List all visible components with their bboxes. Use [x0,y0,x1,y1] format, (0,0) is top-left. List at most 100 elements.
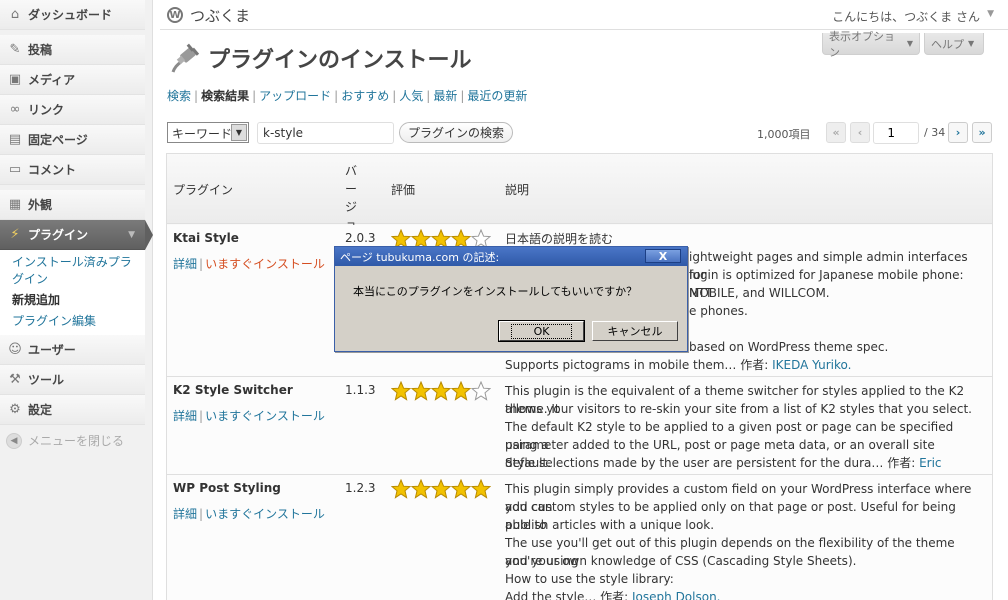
details-link[interactable]: 詳細 [173,507,197,521]
plugin-name: K2 Style Switcher [173,383,293,397]
wordpress-logo-icon: W [167,7,183,23]
table-row: K2 Style Switcher 詳細 | いますぐインストール 1.1.3 This … [167,377,992,488]
star-filled-icon [431,479,451,499]
sidebar-item-posts[interactable]: ✎ 投稿 [0,35,145,65]
star-filled-icon [451,479,471,499]
first-page-button[interactable]: « [826,122,846,143]
submenu-item-installed[interactable]: インストール済みプラグイン [0,252,145,290]
sidebar-item-appearance[interactable]: ▦ 外観 [0,190,145,220]
chevron-down-icon: ▼ [968,39,975,48]
chevron-down-icon[interactable]: ▼ [987,9,994,19]
sidebar-item-label: リンク [28,103,65,117]
plugin-description: This plugin simply provides a custom fie… [505,480,983,600]
author-link[interactable]: Joseph Dolson. [632,590,720,600]
last-page-button[interactable]: » [972,122,992,143]
description-line: This plugin simply provides a custom fie… [505,482,972,514]
sidebar-item-media[interactable]: ▣ メディア [0,65,145,95]
next-page-button[interactable]: › [948,122,968,143]
plugin-actions: 詳細 | いますぐインストール [173,407,325,424]
subnav-search-results[interactable]: 検索結果 [201,89,249,103]
sidebar-item-label: プラグイン [28,228,89,242]
plugin-plug-icon [171,43,200,73]
star-rating [391,479,491,499]
collapse-menu-button[interactable]: ◀ メニューを閉じる [6,432,124,449]
search-plugins-button[interactable]: プラグインの検索 [399,122,514,143]
submenu-item-editor[interactable]: プラグイン編集 [0,311,145,332]
plugin-version: 1.1.3 [345,383,376,397]
submenu-item-add-new[interactable]: 新規追加 [0,290,145,311]
sidebar-item-label: 固定ページ [28,133,88,147]
sidebar-item-plugins[interactable]: ⚡ プラグイン ▼ [0,220,153,250]
subnav-newest[interactable]: 最新 [433,89,457,103]
sidebar-item-label: コメント [28,163,77,177]
sidebar-item-users[interactable]: ☺ ユーザー [0,335,145,365]
admin-sidebar: ⌂ ダッシュボード ✎ 投稿 ▣ メディア ∞ リンク ▤ 固定ページ ▭ コメ… [0,0,153,600]
user-greeting[interactable]: こんにちは、つぶくま さん [832,8,980,25]
confirm-dialog: ページ tubukuma.com の記述: X 本当にこのプラグインをインストー… [334,246,688,352]
site-name[interactable]: つぶくま [190,5,250,26]
sidebar-item-label: ダッシュボード [28,8,113,22]
install-now-link[interactable]: いますぐインストール [205,409,325,423]
search-type-select[interactable]: キーワード ▼ [167,122,249,143]
sidebar-item-links[interactable]: ∞ リンク [0,95,145,125]
subnav-featured[interactable]: おすすめ [341,89,389,103]
description-text: Supports pictograms in mobile them… 作者: [505,358,773,372]
description-line: The use you'll get out of this plugin de… [505,536,955,568]
star-empty-icon [471,381,491,401]
description-line: and your own knowledge of CSS (Cascading… [505,554,857,568]
comment-icon: ▭ [8,162,22,177]
appearance-icon: ▦ [8,197,22,212]
sidebar-item-label: ツール [28,373,65,387]
description-text: Style selections made by the user are pe… [505,456,920,470]
star-filled-icon [391,381,411,401]
page-icon: ▤ [8,132,22,147]
description-last-line: Add the style… 作者: Joseph Dolson. [505,588,983,600]
install-now-link[interactable]: いますぐインストール [205,257,325,271]
details-link[interactable]: 詳細 [173,257,197,271]
column-header-description: 説明 [505,183,530,197]
help-tab[interactable]: ヘルプ ▼ [924,33,984,55]
subnav-popular[interactable]: 人気 [399,89,423,103]
star-filled-icon [411,479,431,499]
cancel-button[interactable]: キャンセル [592,321,678,341]
settings-icon: ⚙ [9,402,21,417]
subnav-recently-updated[interactable]: 最近の更新 [467,89,527,103]
sidebar-item-settings[interactable]: ⚙ 設定 [0,395,145,425]
sidebar-item-label: 投稿 [28,43,53,57]
prev-page-button[interactable]: ‹ [850,122,870,143]
subnav-upload[interactable]: アップロード [259,89,331,103]
link-icon: ∞ [9,102,21,117]
ok-label: OK [510,323,573,339]
chevron-down-icon: ▼ [906,39,913,48]
ok-button[interactable]: OK [498,320,585,342]
sidebar-item-label: メディア [28,73,76,87]
screen-options-tab[interactable]: 表示オプション ▼ [822,30,920,59]
sidebar-item-label: ユーザー [28,343,76,357]
chevron-down-icon[interactable]: ▼ [128,230,135,240]
sidebar-item-dashboard[interactable]: ⌂ ダッシュボード [0,0,145,30]
star-filled-icon [471,479,491,499]
author-link[interactable]: IKEDA Yuriko. [772,358,851,372]
details-link[interactable]: 詳細 [173,409,197,423]
plugin-version: 2.0.3 [345,231,376,245]
table-header: プラグイン バージョン 評価 説明 [167,154,992,250]
sidebar-item-comments[interactable]: ▭ コメント [0,155,145,185]
close-icon[interactable]: X [645,249,681,263]
sidebar-item-pages[interactable]: ▤ 固定ページ [0,125,145,155]
star-filled-icon [451,381,471,401]
plugins-submenu: インストール済みプラグイン 新規追加 プラグイン編集 [0,250,145,337]
plugin-name: WP Post Styling [173,481,281,495]
current-page-input[interactable] [873,122,919,144]
plugin-version: 1.2.3 [345,481,376,495]
install-now-link[interactable]: いますぐインストール [205,507,325,521]
users-icon: ☺ [8,342,22,357]
star-filled-icon [431,381,451,401]
subnav-search[interactable]: 検索 [167,89,191,103]
description-line: How to use the style library: [505,572,674,586]
screen-options-label: 表示オプション [829,29,895,59]
collapse-menu-label: メニューを閉じる [28,434,125,448]
search-input[interactable] [257,122,394,144]
sidebar-item-label: 設定 [28,403,53,417]
table-row: WP Post Styling 詳細 | いますぐインストール 1.2.3 This pl… [167,475,992,600]
sidebar-item-tools[interactable]: ⚒ ツール [0,365,145,395]
